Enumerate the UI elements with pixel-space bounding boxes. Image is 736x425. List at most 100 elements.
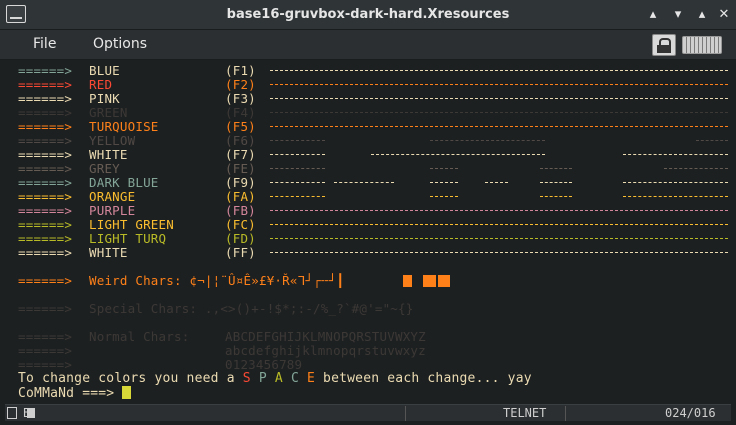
dash-segment xyxy=(430,196,458,197)
row-dash-line xyxy=(270,126,728,127)
dash-segment xyxy=(695,140,728,141)
row-function-key: (F9) xyxy=(225,175,256,190)
space-letter: A xyxy=(274,371,283,386)
dash-segment xyxy=(370,154,545,155)
status-protocol: TELNET xyxy=(503,406,547,420)
menu-bar: File Options xyxy=(0,30,736,60)
terminal-screen[interactable]: ======> BLUE (F1) ======> RED (F2) ======> PINK… xyxy=(5,61,731,404)
row-function-key: (FE) xyxy=(225,161,256,176)
block-glyph xyxy=(423,275,436,287)
row-dash-line xyxy=(270,98,728,99)
row-function-key: (FF) xyxy=(225,245,256,260)
dash-segment xyxy=(622,154,728,155)
window-title: base16-gruvbox-dark-hard.Xresources xyxy=(226,7,510,22)
info-suffix: between each change... yay xyxy=(315,371,532,386)
dash-segment xyxy=(270,196,325,197)
row-function-key: (F3) xyxy=(225,91,256,106)
dash-segment xyxy=(663,168,728,169)
row-function-key: (FA) xyxy=(225,189,256,204)
dash-segment xyxy=(270,126,728,127)
dash-segment xyxy=(270,168,325,169)
lock-icon[interactable] xyxy=(652,34,676,56)
dash-segment xyxy=(430,182,458,183)
letter-gap xyxy=(299,371,307,386)
row-arrow: ======> xyxy=(18,343,73,358)
keyboard-lock-icon xyxy=(7,407,17,419)
dash-segment xyxy=(540,196,573,197)
row-color-name: BLUE xyxy=(89,63,120,78)
row-function-key: (F5) xyxy=(225,119,256,134)
info-line: To change colors you need a S P A C E be… xyxy=(18,372,532,386)
dash-segment xyxy=(540,182,573,183)
shade-icon[interactable]: ▴ xyxy=(644,6,662,24)
normal-chars-text: abcdefghijklmnopqrstuvwxyz xyxy=(225,343,426,358)
row-arrow: ======> xyxy=(18,63,73,78)
menu-file[interactable]: File xyxy=(33,36,56,52)
row-dash-line xyxy=(270,224,728,225)
row-function-key: (F4) xyxy=(225,105,256,120)
text-cursor xyxy=(122,386,132,399)
title-bar: base16-gruvbox-dark-hard.Xresources ▴ ▾ … xyxy=(0,0,736,30)
row-arrow: ======> xyxy=(18,301,73,316)
row-function-key: (F2) xyxy=(225,77,256,92)
maximize-icon[interactable]: ▴ xyxy=(693,6,711,24)
row-color-name: GREY xyxy=(89,161,120,176)
row-color-name: PINK xyxy=(89,91,120,106)
row-dash-line xyxy=(270,154,728,155)
dash-segment xyxy=(485,182,509,183)
dash-segment xyxy=(270,238,728,239)
row-color-name: YELLOW xyxy=(89,133,136,148)
dash-segment xyxy=(270,112,728,113)
row-color-name: LIGHT TURQ xyxy=(89,231,167,246)
row-function-key: (F7) xyxy=(225,147,256,162)
row-color-name: TURQUOISE xyxy=(89,119,159,134)
block-glyph xyxy=(403,275,412,287)
dash-segment xyxy=(622,196,728,197)
row-arrow: ======> xyxy=(18,133,73,148)
row-color-name: WHITE xyxy=(89,245,128,260)
row-function-key: (FB) xyxy=(225,203,256,218)
space-letter: S xyxy=(242,371,251,386)
keyboard-icon[interactable] xyxy=(682,36,722,54)
row-arrow: ======> xyxy=(18,147,73,162)
row-arrow: ======> xyxy=(18,91,73,106)
row-color-name: RED xyxy=(89,77,113,92)
row-arrow: ======> xyxy=(18,329,73,344)
info-prefix: To change colors you need a xyxy=(18,371,243,386)
dash-segment xyxy=(270,224,728,225)
row-dash-line xyxy=(270,140,728,141)
row-dash-line xyxy=(270,182,728,183)
row-arrow: ======> xyxy=(18,357,73,372)
row-dash-line xyxy=(270,238,728,239)
minimize-icon[interactable]: ▾ xyxy=(669,6,687,24)
row-dash-line xyxy=(270,84,728,85)
row-dash-line xyxy=(270,112,728,113)
dash-segment xyxy=(270,154,325,155)
normal-chars-text: 0123456789 xyxy=(225,357,303,372)
row-color-name: LIGHT GREEN xyxy=(89,217,174,232)
dash-segment xyxy=(430,140,545,141)
row-arrow: ======> xyxy=(18,273,73,288)
dash-segment xyxy=(270,98,728,99)
row-arrow: ======> xyxy=(18,77,73,92)
row-function-key: (FC) xyxy=(225,217,256,232)
row-dash-line xyxy=(270,210,728,211)
row-color-name: GREEN xyxy=(89,105,128,120)
dash-segment xyxy=(430,168,458,169)
row-function-key: (F6) xyxy=(225,133,256,148)
row-arrow: ======> xyxy=(18,245,73,260)
letter-gap xyxy=(251,371,259,386)
row-arrow: ======> xyxy=(18,231,73,246)
dash-segment xyxy=(270,182,325,183)
menu-options[interactable]: Options xyxy=(93,36,147,52)
status-separator xyxy=(565,406,566,421)
row-dash-line xyxy=(270,252,728,253)
close-icon[interactable]: ✕ xyxy=(715,6,733,24)
command-prompt: CoMMaNd ===> xyxy=(18,386,123,401)
dash-segment xyxy=(540,168,573,169)
row-function-key: (FD) xyxy=(225,231,256,246)
dash-segment xyxy=(270,252,728,253)
normal-chars-label: Normal Chars: xyxy=(89,329,190,344)
row-arrow: ======> xyxy=(18,203,73,218)
command-line[interactable]: CoMMaNd ===> xyxy=(18,386,132,401)
